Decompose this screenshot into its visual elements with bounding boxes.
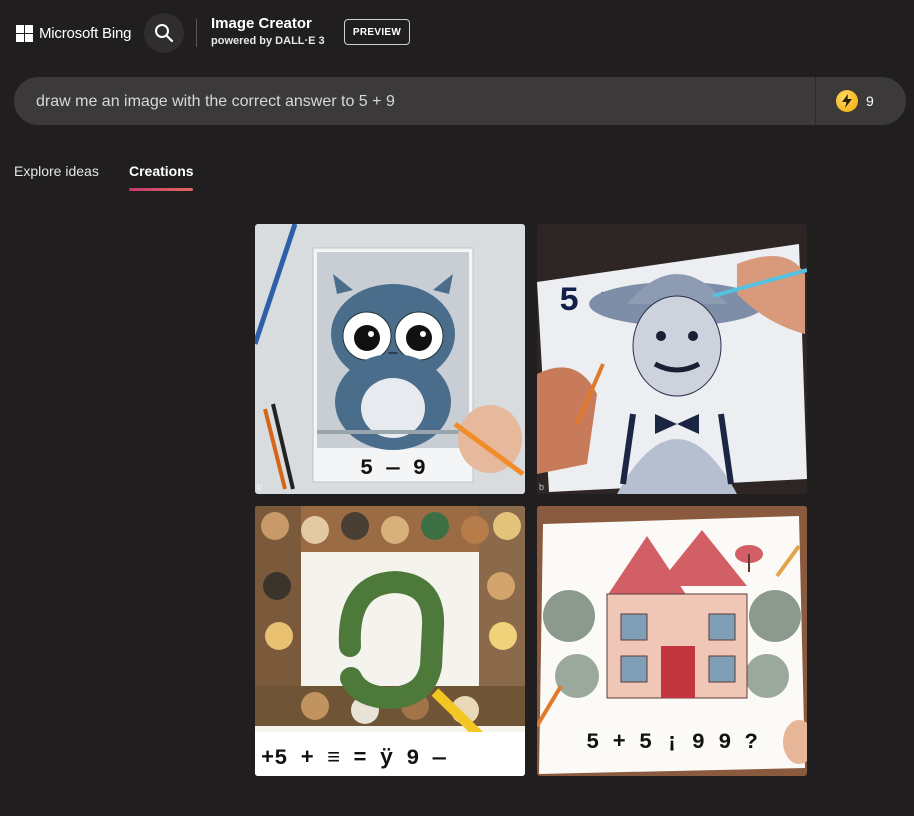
result-image-3[interactable]: +5 + ≡ = ÿ 9 —	[255, 506, 525, 776]
boost-count: 9	[866, 93, 874, 109]
result-image-1[interactable]: 5 — 9 b	[255, 224, 525, 494]
preview-badge: PREVIEW	[344, 19, 410, 45]
search-icon	[155, 24, 174, 43]
boost-counter[interactable]: 9	[836, 89, 874, 113]
product-title: Image Creator	[211, 15, 312, 32]
prompt-input[interactable]	[34, 77, 808, 127]
active-tab-indicator	[129, 188, 193, 191]
result-image-2[interactable]: 5 = b	[537, 224, 807, 494]
tile-3-caption: +5 + ≡ = ÿ 9 —	[261, 746, 447, 771]
owl-drawing-image: 5 — 9	[255, 224, 525, 494]
man-sketch-image: 5 =	[537, 224, 807, 494]
brand-name: Microsoft Bing	[39, 24, 132, 42]
tab-creations[interactable]: Creations	[129, 163, 194, 179]
prompt-separator	[815, 77, 816, 125]
lightning-icon	[836, 90, 858, 112]
microsoft-logo-icon	[16, 24, 33, 42]
tab-explore-ideas[interactable]: Explore ideas	[14, 163, 99, 179]
result-image-4[interactable]: 5 + 5 ¡ 9 9 ? b	[537, 506, 807, 776]
product-title-block[interactable]: Image Creator powered by DALL·E 3	[211, 15, 325, 49]
nine-crowd-image: +5 + ≡ = ÿ 9 —	[255, 506, 525, 776]
tile-4-caption: 5 + 5 ¡ 9 9 ?	[586, 730, 758, 755]
bing-watermark: b	[539, 764, 545, 774]
header-divider	[196, 19, 197, 47]
house-drawing-image: 5 + 5 ¡ 9 9 ?	[537, 506, 807, 776]
tile-1-caption: 5 — 9	[360, 456, 426, 481]
product-subtitle: powered by DALL·E 3	[211, 35, 325, 47]
prompt-bar: 9	[14, 77, 906, 127]
bing-watermark: b	[539, 482, 545, 492]
microsoft-bing-logo[interactable]: Microsoft Bing	[16, 23, 131, 43]
top-bar: Microsoft Bing Image Creator powered by …	[0, 0, 914, 66]
bing-watermark: b	[257, 482, 263, 492]
search-button[interactable]	[144, 13, 184, 53]
